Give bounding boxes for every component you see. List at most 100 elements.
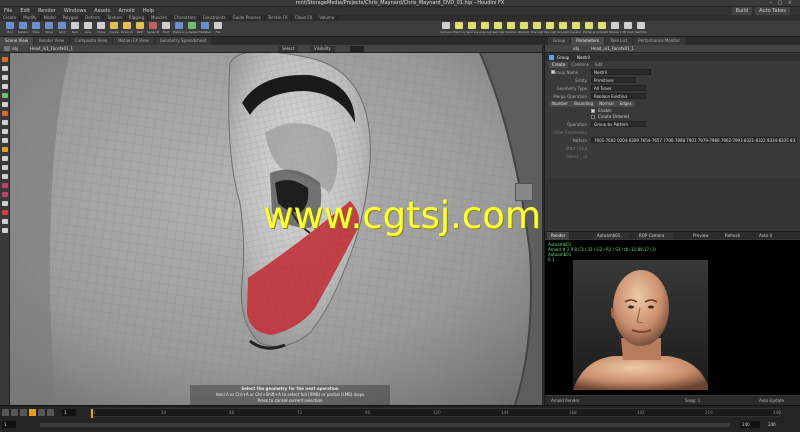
auto-update-toggle[interactable]: Auto U [759, 233, 773, 239]
tab-render-view[interactable]: Render View [33, 37, 69, 45]
menu-render[interactable]: Render [34, 7, 60, 15]
shelf-tool-button[interactable]: Sky Light [544, 22, 556, 36]
viewport-tool-icon[interactable] [2, 156, 8, 161]
shelf-tool-button[interactable]: Portal Light [583, 22, 595, 36]
auto-takes-toggle[interactable]: Auto Takes [755, 7, 790, 15]
shelf-tool-button[interactable]: Curve [108, 22, 120, 36]
viewport-tool-icon[interactable] [2, 93, 8, 98]
viewport-tool-icon[interactable] [2, 192, 8, 197]
auto-update-footer[interactable]: Auto Update [759, 396, 784, 405]
tab-motion-fx-view[interactable]: Motion FX View [113, 37, 154, 45]
shelf-tool-button[interactable]: Circle [95, 22, 107, 36]
viewport-tool-icon[interactable] [2, 165, 8, 170]
shelf-tool-button[interactable]: Torus [43, 22, 55, 36]
viewport-tool-icon[interactable] [2, 174, 8, 179]
shelf-tool-button[interactable]: Box [4, 22, 16, 36]
tab-scene-view[interactable]: Scene View [0, 37, 33, 45]
viewport-tool-icon[interactable] [2, 138, 8, 143]
pattern-field[interactable]: 7601-7602 0204-0209 7654-7657 7706-7808 … [591, 137, 797, 143]
subtab-number[interactable]: Number [549, 101, 572, 107]
shelf-tool-button[interactable]: Path [134, 22, 146, 36]
menu-help[interactable]: Help [139, 7, 158, 15]
selection-count-field[interactable] [350, 46, 364, 52]
start-frame-field[interactable]: 1 [2, 421, 16, 428]
viewport-tool-icon[interactable] [2, 201, 8, 206]
entity-dropdown[interactable]: Primitives [591, 77, 636, 83]
menu-file[interactable]: File [0, 7, 16, 15]
operation-dropdown[interactable]: Group by Pattern [591, 121, 646, 127]
menu-assets[interactable]: Assets [90, 7, 114, 15]
render-view[interactable]: Autoamb01 Arnold # 2 9 8 C3 / 33 / G2 / … [545, 240, 800, 395]
jump-start-icon[interactable] [2, 409, 9, 416]
menu-edit[interactable]: Edit [16, 7, 34, 15]
shelf-tool-button[interactable]: Font [160, 22, 172, 36]
stop-icon[interactable] [29, 409, 36, 416]
viewport-tool-icon[interactable] [2, 111, 8, 116]
viewport-tool-icon[interactable] [2, 120, 8, 125]
param-path-node[interactable]: Head_in1_Facefx01_1 [591, 45, 634, 53]
subtab-bounding[interactable]: Bounding [571, 101, 597, 107]
tab-geometry-spreadsheet[interactable]: Geometry Spreadsheet [154, 37, 212, 45]
tab-create[interactable]: Create [549, 62, 569, 68]
viewport-tool-icon[interactable] [2, 102, 8, 107]
refresh-button[interactable]: Refresh [725, 233, 740, 239]
tab-performance-monitor[interactable]: Performance Monitor [633, 37, 686, 45]
menu-arnold[interactable]: Arnold [114, 7, 138, 15]
shelf-tool-button[interactable]: Tube [30, 22, 42, 36]
shelf-tool-button[interactable]: File [212, 22, 224, 36]
snapshot-label[interactable]: Snap: 1 [685, 396, 700, 405]
select-mode-button[interactable]: Select [278, 46, 299, 52]
current-frame-field[interactable]: 1 [62, 409, 76, 416]
shelf-tool-button[interactable]: Spray Paint [147, 22, 159, 36]
shelf-tool-button[interactable]: Spot Light [466, 22, 478, 36]
viewport-tool-icon[interactable] [2, 183, 8, 188]
tab-take-list[interactable]: Take List [605, 37, 633, 45]
tab-parameters[interactable]: Parameters [571, 37, 605, 45]
shelf-tool-button[interactable]: Volume Light [505, 22, 517, 36]
tab-composite-view[interactable]: Composite View [69, 37, 113, 45]
shelf-tool-button[interactable]: Metaball [199, 22, 211, 36]
timeline-playhead[interactable] [91, 409, 93, 418]
desktop-select[interactable]: Build [731, 7, 753, 15]
viewport-tool-icon[interactable] [2, 228, 8, 233]
merge-operation-dropdown[interactable]: Replace Existing [591, 93, 646, 99]
shelf-tool-button[interactable]: Distant Light [518, 22, 530, 36]
geometry-type-dropdown[interactable]: All Types [591, 85, 646, 91]
play-reverse-icon[interactable] [20, 409, 27, 416]
shelf-tool-button[interactable]: Grid [56, 22, 68, 36]
shelf-tool-button[interactable]: GI Light [557, 22, 569, 36]
step-back-icon[interactable] [11, 409, 18, 416]
shelf-tool-button[interactable]: Camera [440, 22, 452, 36]
viewport-tool-icon[interactable] [2, 210, 8, 215]
shelf-tool-button[interactable]: Point Light [453, 22, 465, 36]
shelf-tool-button[interactable]: Ambient Light [596, 22, 608, 36]
shelf-tool-button[interactable]: Draw Curve [121, 22, 133, 36]
shelf-tool-button[interactable]: L-System [186, 22, 198, 36]
enable-checkbox[interactable] [591, 109, 595, 113]
viewport-tool-icon[interactable] [2, 66, 8, 71]
viewport-tool-icon[interactable] [2, 75, 8, 80]
menu-windows[interactable]: Windows [60, 7, 90, 15]
subtab-edges[interactable]: Edges [616, 101, 635, 107]
node-name-label[interactable]: Nostril [577, 54, 590, 61]
shelf-tool-button[interactable]: Null [69, 22, 81, 36]
tab-render[interactable]: Render [547, 232, 570, 240]
back-arrow-icon[interactable] [4, 46, 10, 51]
viewport-tool-icon[interactable] [2, 84, 8, 89]
end-frame-field[interactable]: 240 [740, 421, 760, 428]
viewport-tool-icon[interactable] [2, 129, 8, 134]
shelf-tool-button[interactable]: Stereo Camera [609, 22, 621, 36]
shelf-tool-button[interactable]: Sphere [17, 22, 29, 36]
window-controls[interactable]: – □ × [769, 0, 794, 7]
step-forward-icon[interactable] [47, 409, 54, 416]
tab-group[interactable]: Group [548, 37, 571, 45]
shelf-tool-button[interactable]: Platonic [173, 22, 185, 36]
range-slider[interactable] [40, 423, 730, 427]
network-path-obj[interactable]: obj [12, 45, 18, 53]
shelf-tool-button[interactable]: Caustic Light [570, 22, 582, 36]
subtab-normal[interactable]: Normal [596, 101, 617, 107]
viewport-tool-icon[interactable] [2, 147, 8, 152]
camera-dropdown[interactable]: ROP Camera [637, 233, 673, 239]
viewport-tool-icon[interactable] [2, 219, 8, 224]
network-path-node[interactable]: Head_in1_Facefx01_1 [30, 45, 73, 53]
